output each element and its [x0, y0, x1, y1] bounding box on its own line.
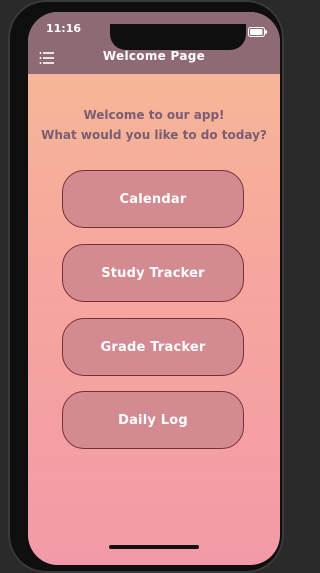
phone-frame: 11:16 Welcome Page Welcome to our app! W…: [8, 0, 284, 573]
grade-tracker-button[interactable]: Grade Tracker: [62, 318, 244, 376]
notch: [110, 24, 246, 50]
status-time: 11:16: [46, 22, 82, 35]
screen: 11:16 Welcome Page Welcome to our app! W…: [28, 12, 280, 565]
home-indicator: [109, 545, 199, 549]
grade-tracker-button-label: Grade Tracker: [100, 339, 206, 355]
calendar-button-label: Calendar: [119, 191, 187, 207]
study-tracker-button-label: Study Tracker: [101, 265, 205, 281]
daily-log-button[interactable]: Daily Log: [62, 391, 244, 449]
welcome-text: Welcome to our app!: [83, 108, 225, 122]
daily-log-button-label: Daily Log: [118, 412, 188, 428]
battery-icon: [248, 22, 268, 41]
calendar-button[interactable]: Calendar: [62, 170, 244, 228]
page-title: Welcome Page: [102, 49, 206, 63]
study-tracker-button[interactable]: Study Tracker: [62, 244, 244, 302]
prompt-text: What would you like to do today?: [41, 128, 267, 142]
